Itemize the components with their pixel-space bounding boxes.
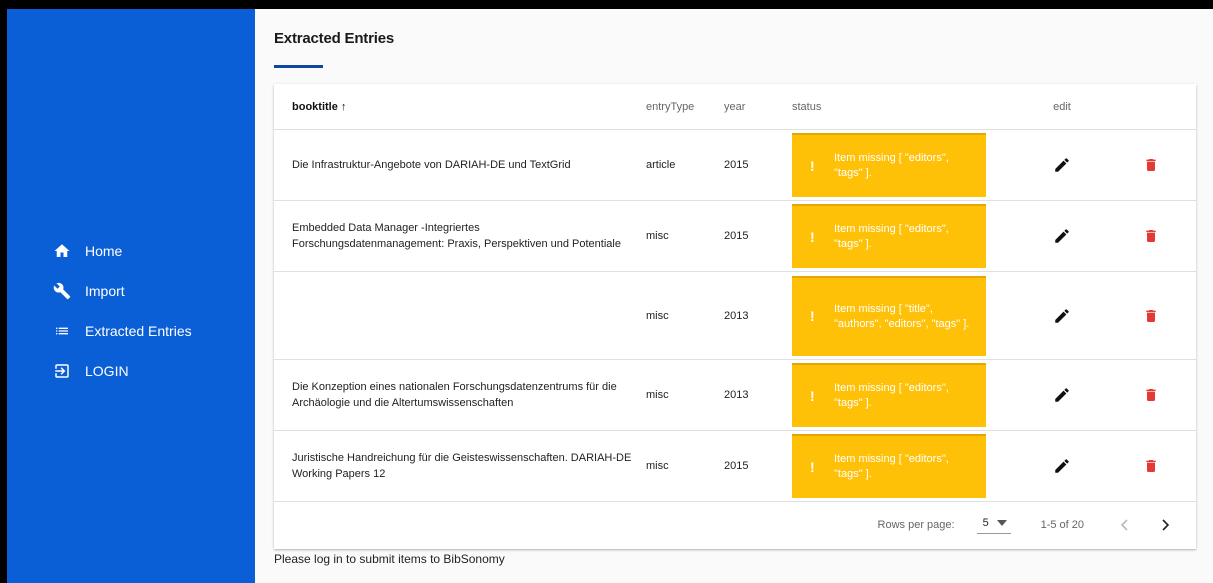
main-content: Extracted Entries booktitle ↑ entryType … <box>255 9 1213 583</box>
page-title: Extracted Entries <box>274 30 394 47</box>
cell-booktitle: Embedded Data Manager -Integriertes Fors… <box>274 200 646 272</box>
column-header-delete <box>1106 84 1196 130</box>
sidebar-item-login[interactable]: LOGIN <box>7 351 255 391</box>
login-hint: Please log in to submit items to BibSono… <box>274 552 505 566</box>
table-header-row: booktitle ↑ entryType year status edit <box>274 84 1196 130</box>
cell-entrytype: article <box>646 129 724 201</box>
home-icon <box>53 242 71 260</box>
cell-year: 2013 <box>724 359 792 431</box>
status-text: Item missing [ "editors", "tags" ]. <box>834 223 949 250</box>
column-header-status[interactable]: status <box>792 84 1018 130</box>
sidebar-item-label: Home <box>85 243 123 259</box>
cell-edit <box>1018 359 1106 431</box>
sidebar-nav: Home Import Extracted Entries LOGIN <box>7 231 255 391</box>
cell-entrytype: misc <box>646 430 724 502</box>
sidebar-item-import[interactable]: Import <box>7 271 255 311</box>
cell-entrytype: misc <box>646 359 724 431</box>
list-icon <box>53 322 71 340</box>
cell-edit <box>1018 129 1106 201</box>
cell-edit <box>1018 430 1106 502</box>
sort-arrow-up-icon: ↑ <box>340 100 347 113</box>
status-warning-badge: ! Item missing [ "editors", "tags" ]. <box>792 434 986 498</box>
column-header-year[interactable]: year <box>724 84 792 130</box>
cell-booktitle: Die Infrastruktur-Angebote von DARIAH-DE… <box>274 129 646 201</box>
cell-delete <box>1106 430 1196 502</box>
warning-icon: ! <box>810 157 815 174</box>
cell-edit <box>1018 271 1106 360</box>
entries-table-card: booktitle ↑ entryType year status edit D… <box>274 84 1196 549</box>
cell-booktitle: Die Konzeption eines nationalen Forschun… <box>274 359 646 431</box>
cell-status: ! Item missing [ "editors", "tags" ]. <box>792 129 1018 201</box>
edit-pencil-icon[interactable] <box>1050 304 1074 328</box>
status-text: Item missing [ "title", "authors", "edit… <box>834 302 970 330</box>
column-header-booktitle[interactable]: booktitle ↑ <box>274 84 646 130</box>
status-warning-badge: ! Item missing [ "editors", "tags" ]. <box>792 363 986 427</box>
edit-pencil-icon[interactable] <box>1050 454 1074 478</box>
cell-entrytype: misc <box>646 271 724 360</box>
warning-icon: ! <box>810 308 815 324</box>
sidebar-item-extracted-entries[interactable]: Extracted Entries <box>7 311 255 351</box>
chevron-down-icon <box>996 517 1007 529</box>
sidebar-item-label: Import <box>85 283 125 299</box>
cell-delete <box>1106 200 1196 272</box>
cell-delete <box>1106 271 1196 360</box>
column-header-edit: edit <box>1018 84 1106 130</box>
table-row: misc 2013 ! Item missing [ "title", "auth… <box>274 271 1196 360</box>
login-icon <box>53 362 71 380</box>
delete-trash-icon[interactable] <box>1139 224 1163 248</box>
cell-booktitle <box>274 271 646 360</box>
status-text: Item missing [ "editors", "tags" ]. <box>834 152 949 179</box>
cell-year: 2015 <box>724 200 792 272</box>
edit-pencil-icon[interactable] <box>1050 224 1074 248</box>
cell-year: 2015 <box>724 430 792 502</box>
next-page-icon[interactable] <box>1154 513 1178 537</box>
table-row: Juristische Handreichung für die Geistes… <box>274 430 1196 502</box>
cell-edit <box>1018 200 1106 272</box>
entries-table: booktitle ↑ entryType year status edit D… <box>274 84 1196 502</box>
delete-trash-icon[interactable] <box>1139 304 1163 328</box>
cell-booktitle: Juristische Handreichung für die Geistes… <box>274 430 646 502</box>
status-text: Item missing [ "editors", "tags" ]. <box>834 453 949 480</box>
pagination-range: 1-5 of 20 <box>1040 519 1084 531</box>
cell-status: ! Item missing [ "editors", "tags" ]. <box>792 200 1018 272</box>
status-warning-badge: ! Item missing [ "editors", "tags" ]. <box>792 133 986 197</box>
column-header-entrytype[interactable]: entryType <box>646 84 724 130</box>
cell-entrytype: misc <box>646 200 724 272</box>
warning-icon: ! <box>810 387 815 404</box>
cell-status: ! Item missing [ "editors", "tags" ]. <box>792 430 1018 502</box>
cell-delete <box>1106 129 1196 201</box>
delete-trash-icon[interactable] <box>1139 383 1163 407</box>
status-text: Item missing [ "editors", "tags" ]. <box>834 382 949 409</box>
sidebar-item-label: Extracted Entries <box>85 323 192 339</box>
delete-trash-icon[interactable] <box>1139 153 1163 177</box>
table-pagination: Rows per page: 5 1-5 of 20 <box>274 501 1196 549</box>
status-warning-badge: ! Item missing [ "title", "authors", "edi… <box>792 275 986 356</box>
table-row: Embedded Data Manager -Integriertes Fors… <box>274 200 1196 272</box>
cell-delete <box>1106 359 1196 431</box>
table-row: Die Infrastruktur-Angebote von DARIAH-DE… <box>274 129 1196 201</box>
rows-per-page-label: Rows per page: <box>877 519 955 531</box>
sidebar-item-home[interactable]: Home <box>7 231 255 271</box>
table-row: Die Konzeption eines nationalen Forschun… <box>274 359 1196 431</box>
previous-page-icon[interactable] <box>1112 513 1136 537</box>
sidebar-item-label: LOGIN <box>85 363 129 379</box>
rows-per-page-select[interactable]: 5 <box>976 517 1011 534</box>
wrench-icon <box>53 282 71 300</box>
delete-trash-icon[interactable] <box>1139 454 1163 478</box>
cell-year: 2015 <box>724 129 792 201</box>
warning-icon: ! <box>810 458 815 475</box>
title-underline <box>274 65 323 68</box>
cell-status: ! Item missing [ "editors", "tags" ]. <box>792 359 1018 431</box>
cell-status: ! Item missing [ "title", "authors", "edi… <box>792 271 1018 360</box>
warning-icon: ! <box>810 228 815 245</box>
edit-pencil-icon[interactable] <box>1050 153 1074 177</box>
cell-year: 2013 <box>724 271 792 360</box>
sidebar: Home Import Extracted Entries LOGIN <box>7 9 255 583</box>
edit-pencil-icon[interactable] <box>1050 383 1074 407</box>
status-warning-badge: ! Item missing [ "editors", "tags" ]. <box>792 204 986 268</box>
